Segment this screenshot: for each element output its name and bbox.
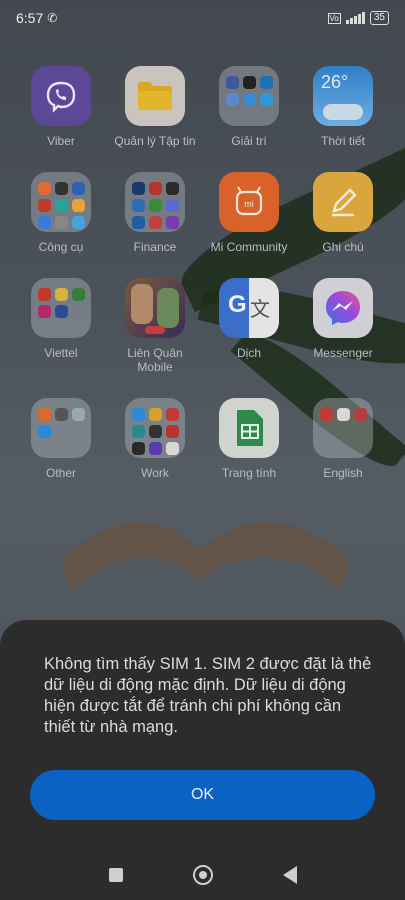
translate-icon: G 文	[219, 278, 279, 338]
app-weather[interactable]: 26° Thời tiết	[296, 66, 390, 148]
folder-group-icon	[125, 172, 185, 232]
app-label: Work	[141, 466, 169, 480]
app-label: Finance	[133, 240, 177, 254]
sheets-icon	[219, 398, 279, 458]
mi-community-icon: mi	[219, 172, 279, 232]
folder-group-icon	[31, 278, 91, 338]
home-icon[interactable]	[192, 865, 213, 885]
app-notes[interactable]: Ghi chú	[296, 172, 390, 254]
folder-group-icon	[31, 398, 91, 458]
recents-icon[interactable]	[108, 868, 123, 882]
notes-icon	[313, 172, 373, 232]
folder-group-icon	[313, 398, 373, 458]
app-label: Viettel	[44, 346, 78, 360]
app-label: Messenger	[313, 346, 373, 360]
app-file-manager[interactable]: Quản lý Tập tin	[108, 66, 202, 148]
call-icon: ✆	[47, 11, 58, 25]
dialog-message: Không tìm thấy SIM 1. SIM 2 được đặt là …	[44, 655, 372, 736]
battery-icon: 35	[369, 11, 389, 25]
folder-group-icon	[219, 66, 279, 126]
weather-icon: 26°	[313, 66, 373, 126]
app-mi-community[interactable]: mi Mi Community	[202, 172, 296, 254]
app-folder-giai-tri[interactable]: Giải trí	[202, 66, 296, 148]
folder-group-icon	[31, 172, 91, 232]
navigation-bar	[0, 850, 405, 900]
app-label: Thời tiết	[321, 134, 365, 148]
app-folder-work[interactable]: Work	[108, 398, 202, 480]
app-viber[interactable]: Viber	[14, 66, 108, 148]
app-grid: Viber Quản lý Tập tin Giải trí 26° Thời …	[14, 66, 391, 480]
app-label: Dịch	[236, 346, 261, 360]
app-label: Ghi chú	[322, 240, 364, 254]
app-folder-other[interactable]: Other	[14, 398, 108, 480]
weather-temp: 26°	[321, 72, 349, 92]
app-label: Công cụ	[38, 240, 84, 254]
app-sheets[interactable]: Trang tính	[202, 398, 296, 480]
app-label: Trang tính	[221, 466, 277, 480]
app-folder-viettel[interactable]: Viettel	[14, 278, 108, 374]
volte-icon: Vo	[327, 12, 341, 24]
svg-text:mi: mi	[244, 199, 254, 209]
app-lien-quan-mobile[interactable]: Liên Quân Mobile	[108, 278, 202, 374]
app-label: English	[323, 466, 363, 480]
folder-group-icon	[125, 398, 185, 458]
ok-button[interactable]: OK	[30, 770, 375, 820]
app-label: Mi Community	[210, 240, 288, 254]
status-bar: 6:57 ✆ Vo 35	[0, 0, 405, 36]
back-icon[interactable]	[282, 866, 297, 884]
app-folder-cong-cu[interactable]: Công cụ	[14, 172, 108, 254]
messenger-icon	[313, 278, 373, 338]
signal-icon	[345, 12, 365, 24]
app-messenger[interactable]: Messenger	[296, 278, 390, 374]
app-label: Liên Quân Mobile	[127, 346, 183, 374]
app-label: Giải trí	[231, 134, 267, 148]
app-label: Quản lý Tập tin	[114, 134, 196, 148]
app-translate[interactable]: G 文 Dịch	[202, 278, 296, 374]
app-folder-english[interactable]: English	[296, 398, 390, 480]
clock: 6:57	[16, 10, 44, 26]
app-label: Other	[45, 466, 76, 480]
folder-icon	[125, 66, 185, 126]
app-folder-finance[interactable]: Finance	[108, 172, 202, 254]
viber-icon	[31, 66, 91, 126]
game-icon	[125, 278, 185, 338]
app-label: Viber	[47, 134, 75, 148]
